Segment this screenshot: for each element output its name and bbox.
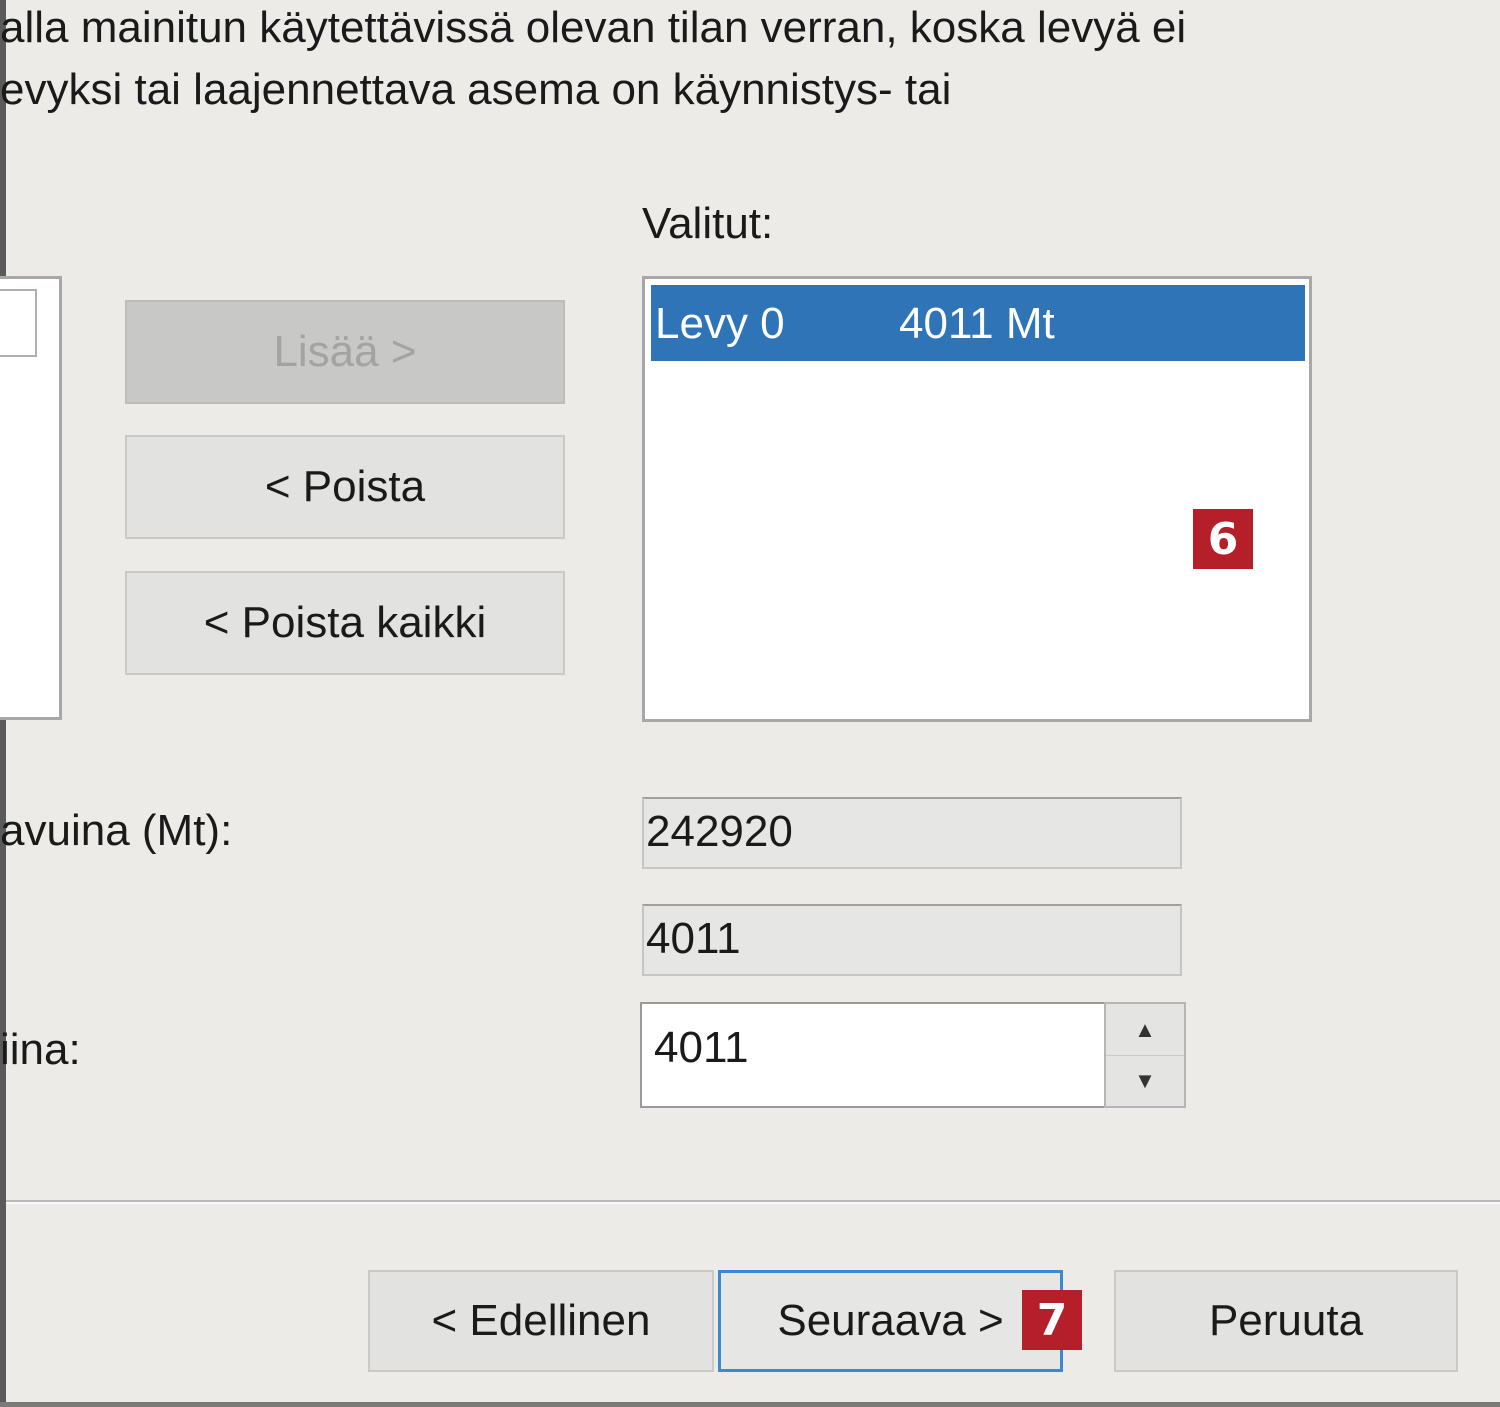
total-size-label: avuina (Mt): [0, 806, 233, 855]
add-button[interactable]: Lisää > [125, 300, 565, 404]
amount-label: iina: [0, 1025, 81, 1074]
max-size-field: 4011 [642, 904, 1182, 976]
total-size-field: 242920 [642, 797, 1182, 869]
cancel-button-label: Peruuta [1208, 1296, 1364, 1345]
selected-disks-list[interactable]: Levy 0 4011 Mt [642, 276, 1312, 722]
back-button[interactable]: < Edellinen [368, 1270, 714, 1372]
next-button[interactable]: Seuraava > [718, 1270, 1063, 1372]
back-button-label: < Edellinen [431, 1296, 651, 1345]
intro-text-line-2: evyksi tai laajennettava asema on käynni… [0, 65, 952, 114]
cancel-button[interactable]: Peruuta [1114, 1270, 1458, 1372]
selected-disk-row[interactable]: Levy 0 4011 Mt [651, 285, 1305, 361]
wizard-dialog: alla mainitun käytettävissä olevan tilan… [0, 0, 1500, 1407]
amount-input[interactable]: 4011 [640, 1002, 1106, 1108]
selected-disk-name: Levy 0 [655, 299, 785, 348]
footer-divider-highlight [6, 1202, 1500, 1204]
step-badge-7: 7 [1022, 1290, 1082, 1350]
amount-stepper[interactable]: ▲ ▼ [1104, 1002, 1186, 1108]
step-badge-6: 6 [1193, 509, 1253, 569]
intro-text-line-1: alla mainitun käytettävissä olevan tilan… [0, 3, 1187, 52]
remove-all-button-label: < Poista kaikki [203, 598, 487, 647]
chevron-up-icon[interactable]: ▲ [1106, 1004, 1184, 1056]
selected-disk-size: 4011 Mt [899, 299, 1055, 348]
remove-all-button[interactable]: < Poista kaikki [125, 571, 565, 675]
add-button-label: Lisää > [273, 327, 417, 376]
available-disks-list[interactable] [0, 276, 62, 720]
chevron-down-icon[interactable]: ▼ [1106, 1055, 1184, 1106]
window-frame-bottom [0, 1402, 1500, 1407]
next-button-label: Seuraava > [777, 1296, 1004, 1345]
available-disk-item[interactable] [0, 289, 37, 357]
remove-button-label: < Poista [264, 462, 426, 511]
selected-label: Valitut: [642, 199, 774, 248]
remove-button[interactable]: < Poista [125, 435, 565, 539]
